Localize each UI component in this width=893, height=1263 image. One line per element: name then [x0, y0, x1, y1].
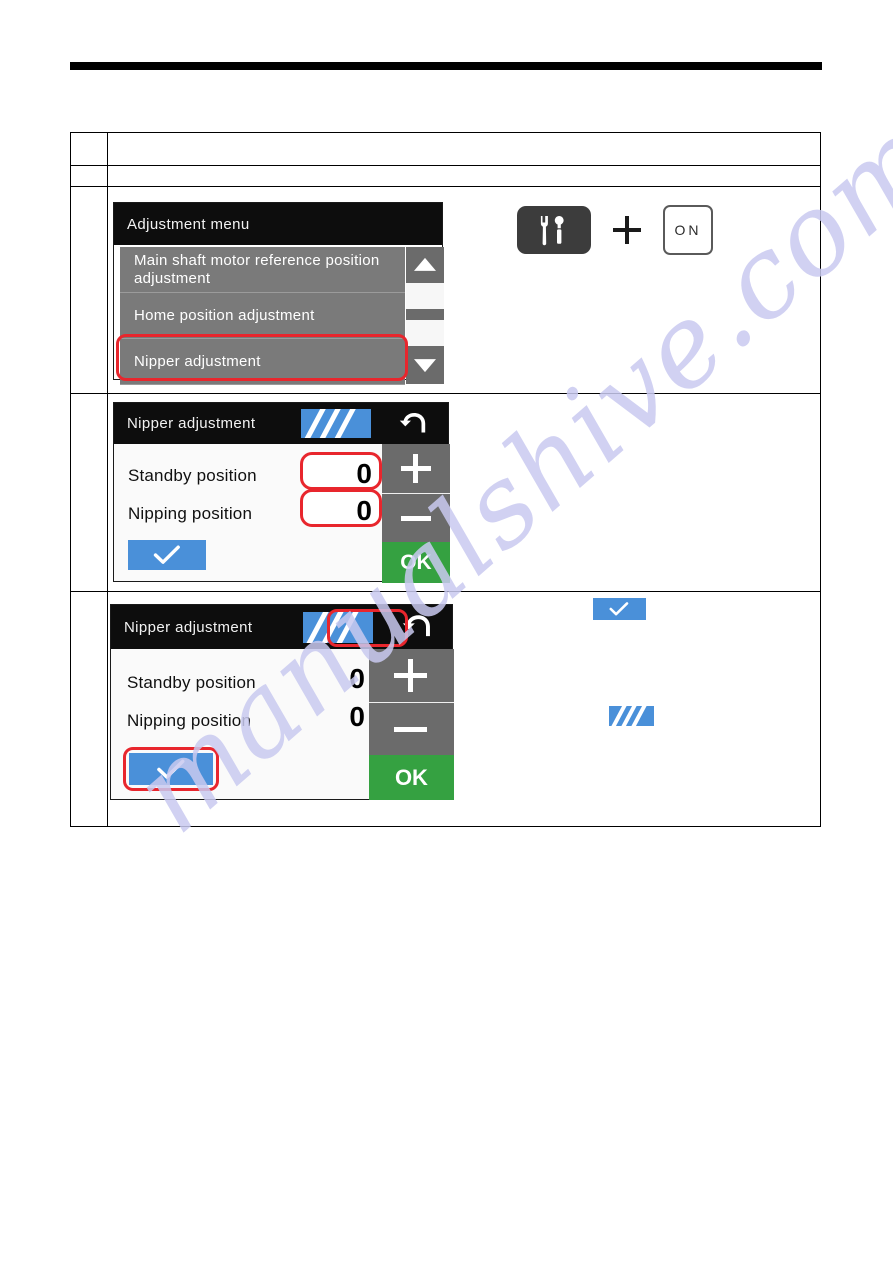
scroll-thumb[interactable]: [405, 309, 444, 320]
nipping-position-label: Nipping position: [126, 711, 252, 730]
triangle-up-icon: [413, 257, 436, 271]
back-button[interactable]: [383, 605, 452, 649]
table-row-step-1: Adjustment menu Main shaft motor referen…: [70, 186, 822, 394]
decrement-button[interactable]: [368, 702, 454, 755]
undo-arrow-icon: [402, 615, 430, 637]
increment-button[interactable]: [381, 444, 450, 493]
ok-button[interactable]: OK: [381, 542, 450, 583]
row-number-cell: [70, 591, 108, 827]
adjustment-menu-list: Main shaft motor reference position adju…: [119, 247, 405, 385]
undo-arrow-icon: [399, 412, 426, 432]
screen-title: Nipper adjustment: [126, 415, 256, 432]
row-body-cell: Nipper adjustment Standby position Nippi…: [106, 393, 822, 592]
menu-item-home-position[interactable]: Home position adjustment: [119, 293, 405, 339]
increment-button[interactable]: [368, 649, 454, 702]
plus-separator-icon: [609, 212, 645, 248]
screen-header: Nipper adjustment: [113, 403, 448, 444]
legend-hatch-badge: [608, 706, 654, 726]
key-combination-illustration: ON: [516, 205, 713, 255]
screen-header: Adjustment menu: [113, 203, 442, 245]
check-icon: [157, 759, 185, 779]
menu-item-label: Main shaft motor reference position adju…: [133, 251, 380, 287]
check-icon: [153, 545, 180, 564]
power-on-key-label: ON: [674, 222, 702, 238]
confirm-check-button[interactable]: [127, 540, 206, 570]
table-row-step-2: Nipper adjustment Standby position Nippi…: [70, 393, 822, 592]
menu-scrollbar[interactable]: [405, 247, 444, 384]
confirm-check-button[interactable]: [128, 753, 213, 785]
nipping-position-value: 0: [349, 701, 365, 732]
row-body-cell: Adjustment menu Main shaft motor referen…: [106, 186, 822, 394]
legend-check-badge: [592, 598, 646, 620]
standby-position-label: Standby position: [127, 466, 257, 485]
side-key-column: OK: [368, 649, 454, 800]
table-row: [70, 132, 822, 166]
menu-item-nipper-adjustment[interactable]: Nipper adjustment: [119, 339, 405, 385]
hatch-stripes-icon-button[interactable]: [302, 611, 373, 643]
row-number-cell: [70, 393, 108, 592]
table-row: [70, 165, 822, 187]
ok-button-label: OK: [400, 550, 432, 574]
standby-position-value: 0: [356, 458, 372, 489]
wrench-screwdriver-icon: [516, 206, 591, 254]
menu-item-main-shaft[interactable]: Main shaft motor reference position adju…: [119, 247, 405, 293]
ok-button-label: OK: [394, 764, 428, 790]
side-key-column: OK: [381, 444, 450, 583]
row-body-cell: Nipper adjustment Standby position Nippi…: [106, 591, 822, 827]
menu-item-label: Nipper adjustment: [133, 352, 261, 370]
procedure-table: Adjustment menu Main shaft motor referen…: [70, 132, 822, 827]
nipper-adjustment-screen-step2: Nipper adjustment Standby position Nippi…: [112, 402, 450, 583]
table-row-step-3: Nipper adjustment Standby position Nippi…: [70, 591, 822, 827]
screen-body: Standby position Nipping position 0 0 OK: [110, 649, 454, 800]
row-number-cell: [70, 165, 108, 187]
ok-button[interactable]: OK: [368, 755, 454, 800]
row-body-cell: [106, 165, 822, 187]
nipping-position-value: 0: [356, 495, 372, 526]
decrement-button[interactable]: [381, 493, 450, 542]
menu-item-label: Home position adjustment: [133, 306, 315, 324]
hatch-stripes-icon-button[interactable]: [300, 409, 371, 438]
screen-title: Nipper adjustment: [123, 618, 253, 636]
standby-position-value: 0: [349, 663, 365, 694]
screen-title: Adjustment menu: [126, 215, 250, 233]
standby-position-label: Standby position: [126, 673, 256, 692]
power-on-key[interactable]: ON: [662, 205, 713, 255]
check-icon: [609, 602, 629, 616]
scroll-track-segment[interactable]: [405, 320, 444, 346]
back-button[interactable]: [379, 403, 448, 444]
scroll-up-button[interactable]: [405, 247, 444, 283]
row-number-cell: [70, 186, 108, 394]
scroll-track-segment[interactable]: [405, 283, 444, 309]
header-rule: [70, 62, 822, 70]
row-body-cell: [106, 132, 822, 166]
adjustment-menu-screen: Adjustment menu Main shaft motor referen…: [112, 202, 444, 385]
nipper-adjustment-screen-step3: Nipper adjustment Standby position Nippi…: [109, 604, 454, 800]
screen-header: Nipper adjustment: [110, 605, 452, 649]
screen-body: Standby position Nipping position 0 0 OK: [113, 444, 450, 583]
nipping-position-label: Nipping position: [127, 504, 253, 523]
row-number-cell: [70, 132, 108, 166]
triangle-down-icon: [413, 359, 436, 373]
scroll-down-button[interactable]: [405, 346, 444, 384]
